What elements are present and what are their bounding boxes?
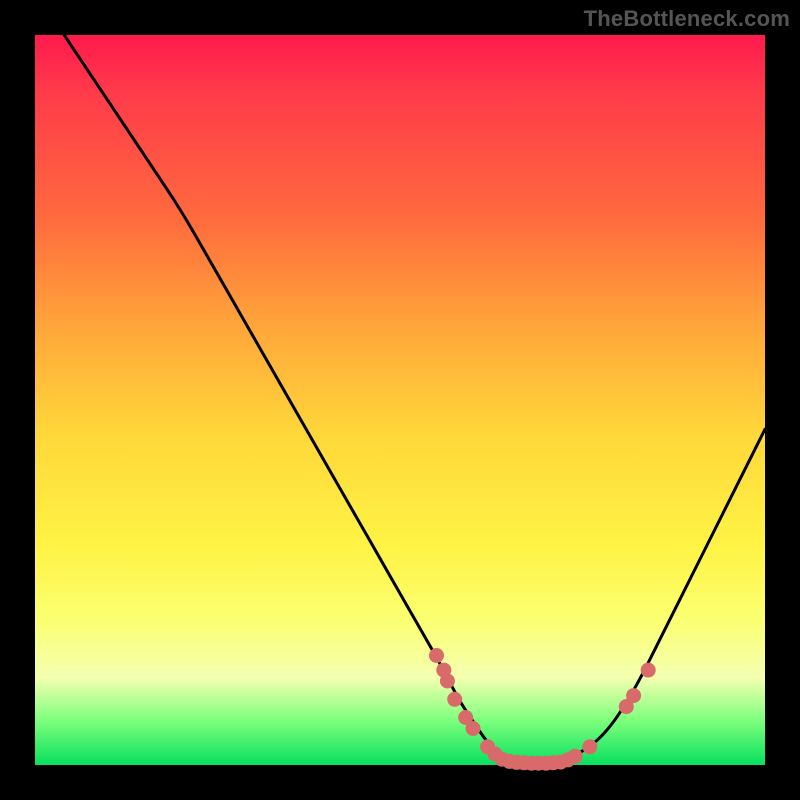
curve-marker bbox=[582, 739, 597, 754]
curve-marker bbox=[466, 721, 481, 736]
chart-frame: TheBottleneck.com bbox=[0, 0, 800, 800]
curve-marker bbox=[568, 749, 583, 764]
watermark-text: TheBottleneck.com bbox=[584, 6, 790, 32]
curve-marker bbox=[440, 674, 455, 689]
curve-marker bbox=[626, 688, 641, 703]
curve-markers bbox=[429, 648, 656, 771]
curve-marker bbox=[429, 648, 444, 663]
curve-marker bbox=[641, 663, 656, 678]
curve-marker bbox=[447, 692, 462, 707]
bottleneck-curve bbox=[64, 35, 765, 763]
curve-svg bbox=[35, 35, 765, 765]
plot-area bbox=[35, 35, 765, 765]
